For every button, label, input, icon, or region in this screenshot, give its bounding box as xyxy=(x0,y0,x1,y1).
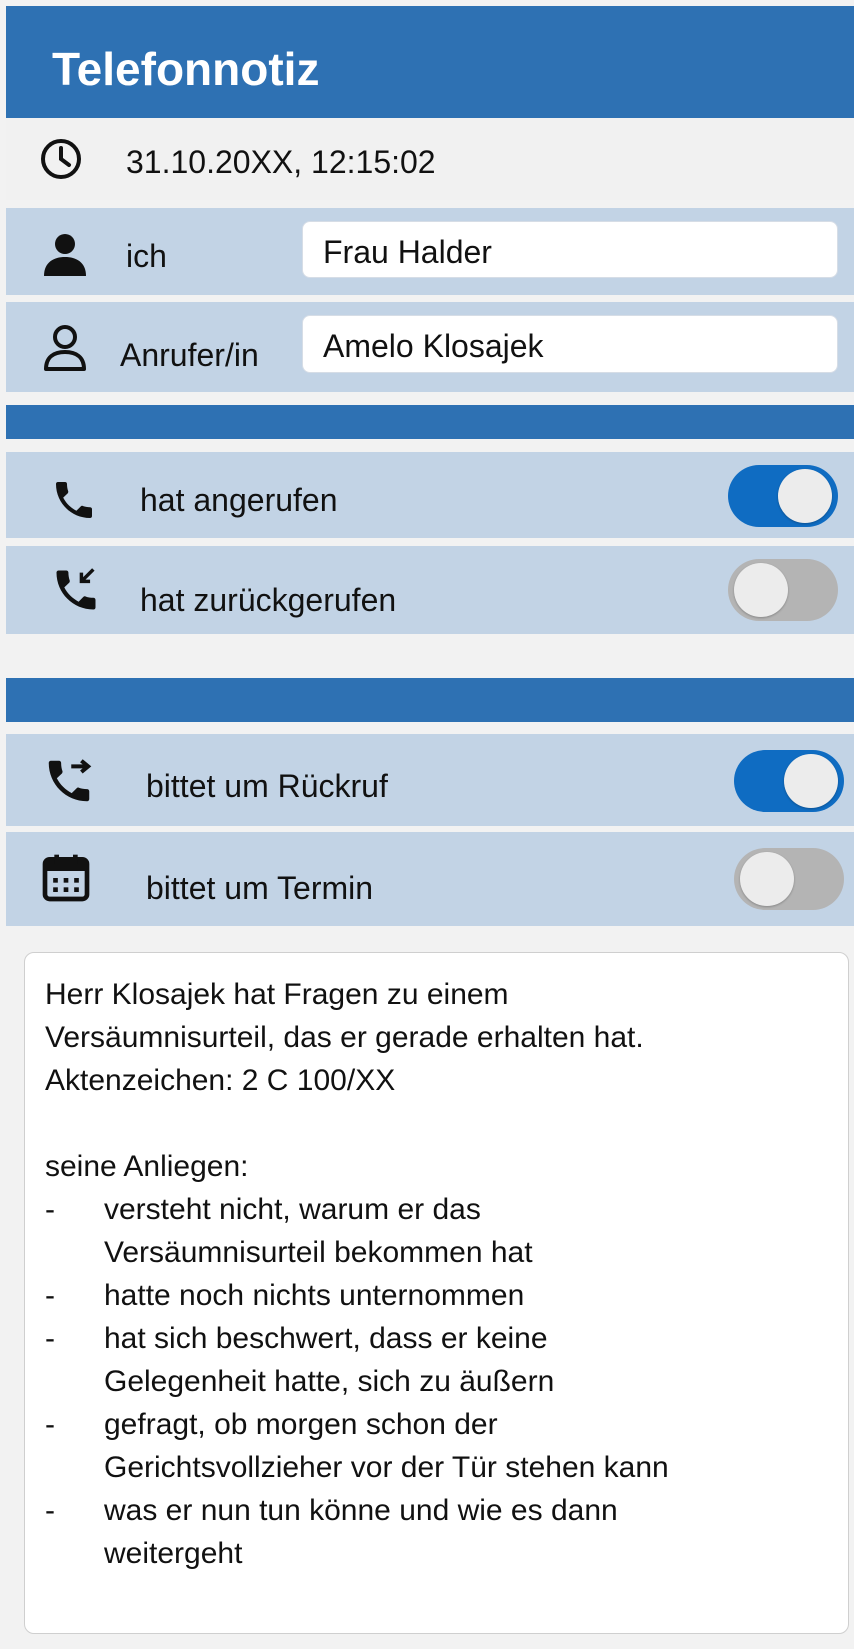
calendar-icon xyxy=(42,854,90,902)
notes-heading: seine Anliegen: xyxy=(45,1150,249,1183)
phone-icon xyxy=(56,482,92,518)
timestamp-value: 31.10.20XX, 12:15:02 xyxy=(126,144,436,180)
caller-row: Anrufer/in Amelo Klosajek xyxy=(6,302,854,392)
toggle-knob xyxy=(740,852,794,906)
bullet-dash: - xyxy=(45,1279,55,1312)
header-bar: Telefonnotiz xyxy=(6,6,854,118)
toggle-row-called: hat angerufen xyxy=(6,452,854,538)
person-filled-icon xyxy=(44,234,86,276)
bullet-line: weitergeht xyxy=(104,1537,243,1570)
toggle-label-called: hat angerufen xyxy=(140,482,338,518)
bullet-line: was er nun tun könne und wie es dann xyxy=(104,1494,618,1527)
caller-input-value: Amelo Klosajek xyxy=(323,328,544,364)
notes-line: Herr Klosajek hat Fragen zu einem xyxy=(45,978,509,1011)
bullet-line: hat sich beschwert, dass er keine xyxy=(104,1322,548,1355)
bullet-line: gefragt, ob morgen schon der xyxy=(104,1408,498,1441)
notes-textarea[interactable]: Herr Klosajek hat Fragen zu einem Versäu… xyxy=(24,952,849,1634)
toggle-row-appointment: bittet um Termin xyxy=(6,832,854,926)
notes-line: Versäumnisurteil, das er gerade erhalten… xyxy=(45,1021,644,1054)
called-back-toggle[interactable] xyxy=(728,559,838,621)
called-toggle[interactable] xyxy=(728,465,838,527)
phone-callback-icon xyxy=(56,568,96,610)
phone-forward-icon xyxy=(48,759,92,802)
clock-icon xyxy=(41,139,81,179)
bullet-dash: - xyxy=(45,1408,55,1441)
toggle-knob xyxy=(734,563,788,617)
caller-input[interactable]: Amelo Klosajek xyxy=(302,315,838,373)
person-outline-icon xyxy=(44,325,86,371)
bullet-dash: - xyxy=(45,1494,55,1527)
section-divider xyxy=(6,405,854,439)
section-divider xyxy=(6,678,854,722)
toggle-knob xyxy=(784,754,838,808)
caller-label: Anrufer/in xyxy=(120,337,259,373)
timestamp-row: 31.10.20XX, 12:15:02 xyxy=(6,118,854,200)
me-input[interactable]: Frau Halder xyxy=(302,221,838,278)
bullet-line: Versäumnisurteil bekommen hat xyxy=(104,1236,533,1269)
toggle-label-appointment: bittet um Termin xyxy=(146,870,374,906)
bullet-dash: - xyxy=(45,1322,55,1355)
me-row: ich Frau Halder xyxy=(6,208,854,295)
appointment-toggle[interactable] xyxy=(734,848,844,910)
me-input-value: Frau Halder xyxy=(323,234,492,270)
bullet-line: Gelegenheit hatte, sich zu äußern xyxy=(104,1365,555,1398)
toggle-label-callback-request: bittet um Rückruf xyxy=(146,768,388,804)
callback-request-toggle[interactable] xyxy=(734,750,844,812)
page-title: Telefonnotiz xyxy=(52,43,320,95)
me-label: ich xyxy=(126,238,167,274)
bullet-line: hatte noch nichts unternommen xyxy=(104,1279,525,1312)
notes-line: Aktenzeichen: 2 C 100/XX xyxy=(45,1064,396,1097)
phone-note-app: Telefonnotiz 31.10.20XX, 12:15:02 ich Fr… xyxy=(0,0,854,1649)
bullet-line: Gerichtsvollzieher vor der Tür stehen ka… xyxy=(104,1451,669,1484)
bullet-dash: - xyxy=(45,1193,55,1226)
toggle-row-callback-request: bittet um Rückruf xyxy=(6,734,854,826)
toggle-knob xyxy=(778,469,832,523)
toggle-row-called-back: hat zurückgerufen xyxy=(6,546,854,634)
toggle-label-called-back: hat zurückgerufen xyxy=(140,582,397,618)
bullet-line: versteht nicht, warum er das xyxy=(104,1193,481,1226)
